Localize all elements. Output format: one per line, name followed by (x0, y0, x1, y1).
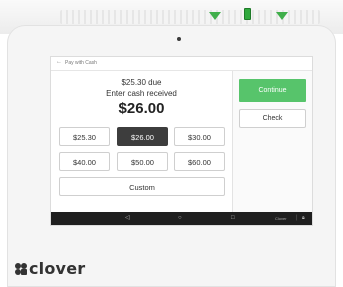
cash-option-button[interactable]: $30.00 (174, 127, 225, 146)
indicator-triangle-right (276, 12, 288, 20)
cash-option-button-selected[interactable]: $26.00 (117, 127, 168, 146)
front-camera (177, 37, 181, 41)
lock-icon[interactable]: 🔒︎ (302, 212, 305, 225)
status-led (244, 8, 251, 20)
cash-option-button[interactable]: $40.00 (59, 152, 110, 171)
screen-header: ← Pay with Cash (51, 57, 312, 71)
cash-received-amount: $26.00 (118, 100, 165, 117)
cash-entry-panel: $25.30 due Enter cash received $26.00 $2… (51, 71, 232, 212)
indicator-triangle-left (209, 12, 221, 20)
back-arrow-icon[interactable]: ← (56, 59, 62, 65)
check-button[interactable]: Check (239, 109, 306, 128)
amount-due: $25.30 due (121, 78, 162, 87)
screen: ← Pay with Cash $25.30 due Enter cash re… (51, 57, 312, 225)
page-title: Pay with Cash (65, 60, 97, 66)
cash-prompt: Enter cash received (106, 89, 177, 98)
back-icon[interactable]: ◁ (125, 212, 130, 225)
cash-option-button[interactable]: $50.00 (117, 152, 168, 171)
cash-option-button[interactable]: $25.30 (59, 127, 110, 146)
android-nav-bar: ◁ ○ □ Clover | 🔒︎ (51, 212, 312, 225)
custom-amount-button[interactable]: Custom (59, 177, 225, 196)
status-text: Clover (275, 216, 287, 221)
recents-icon[interactable]: □ (231, 212, 235, 225)
continue-button[interactable]: Continue (239, 79, 306, 102)
clover-leaf-icon (15, 263, 27, 275)
divider-line: | (296, 215, 298, 221)
cash-option-button[interactable]: $60.00 (174, 152, 225, 171)
home-icon[interactable]: ○ (178, 212, 182, 225)
brand-name: clover (29, 259, 86, 278)
payment-actions-panel: Continue Check (232, 71, 312, 212)
